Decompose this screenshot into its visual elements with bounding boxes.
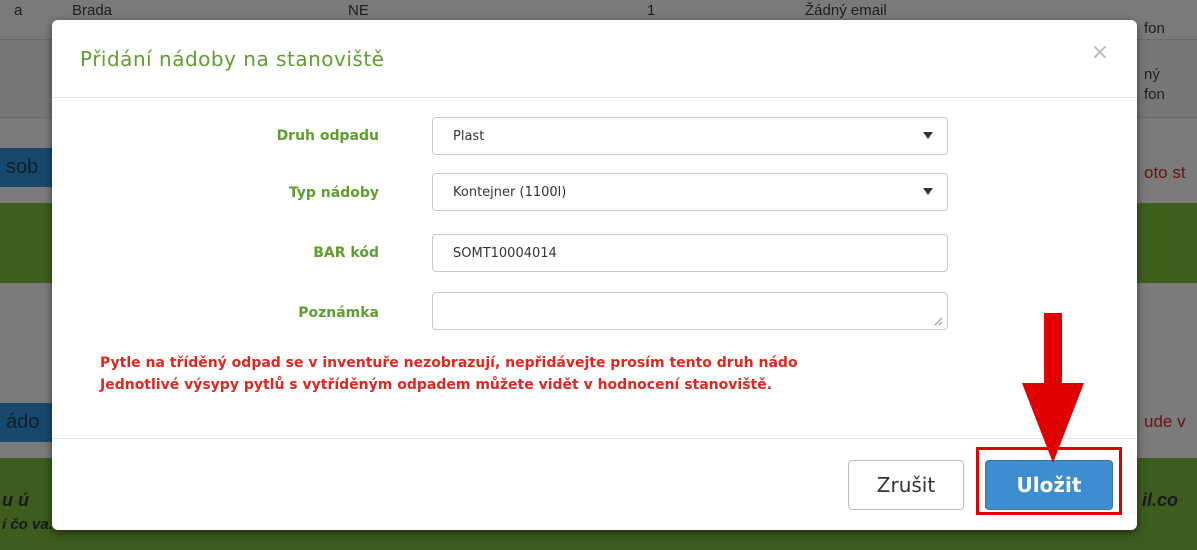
bg-cell: Žádný email bbox=[805, 2, 887, 19]
save-button[interactable]: Uložit bbox=[985, 460, 1113, 510]
bg-cell: fon bbox=[1144, 86, 1165, 103]
bar-code-input[interactable]: SOMT10004014 bbox=[432, 234, 948, 272]
note-textarea[interactable] bbox=[432, 292, 948, 330]
resize-handle-icon[interactable] bbox=[933, 316, 943, 326]
bar-code-label: BAR kód bbox=[313, 245, 379, 261]
warning-line-2: Jednotlivé výsypy pytlů s vytříděným odp… bbox=[100, 377, 773, 393]
container-type-label: Typ nádoby bbox=[288, 185, 379, 201]
dialog-footer: Zrušit Uložit bbox=[52, 438, 1137, 530]
bg-cell: NE bbox=[348, 2, 369, 19]
bg-red-text: ude v bbox=[1144, 412, 1186, 431]
bg-red-text: oto st bbox=[1144, 163, 1186, 182]
bg-cell: fon bbox=[1144, 20, 1165, 37]
bg-cell: Brada bbox=[72, 2, 113, 19]
bar-code-value: SOMT10004014 bbox=[453, 245, 557, 261]
bg-italic-text: il.co bbox=[1142, 490, 1179, 510]
bg-button: sob bbox=[0, 148, 52, 187]
chevron-down-icon bbox=[923, 132, 933, 139]
bg-cell: a bbox=[14, 2, 23, 19]
dialog-header: Přidání nádoby na stanoviště × bbox=[52, 20, 1137, 98]
container-type-value: Kontejner (1100l) bbox=[453, 184, 567, 200]
bg-italic-text: í čo va. bbox=[2, 516, 53, 533]
container-type-select[interactable]: Kontejner (1100l) bbox=[432, 173, 948, 211]
warning-message: Pytle na tříděný odpad se v inventuře ne… bbox=[100, 352, 798, 396]
waste-type-label: Druh odpadu bbox=[276, 128, 379, 144]
bg-cell: ný bbox=[1144, 66, 1160, 83]
chevron-down-icon bbox=[923, 188, 933, 195]
note-label: Poznámka bbox=[298, 305, 379, 321]
waste-type-select[interactable]: Plast bbox=[432, 117, 948, 155]
bg-cell: 1 bbox=[647, 2, 656, 19]
warning-line-1: Pytle na tříděný odpad se v inventuře ne… bbox=[100, 355, 798, 371]
cancel-button[interactable]: Zrušit bbox=[848, 460, 964, 510]
bg-button: ádo bbox=[0, 403, 52, 442]
close-icon[interactable]: × bbox=[1091, 40, 1109, 65]
bg-italic-text: u ú bbox=[2, 490, 29, 510]
waste-type-value: Plast bbox=[453, 128, 485, 144]
add-container-dialog: Přidání nádoby na stanoviště × Druh odpa… bbox=[52, 20, 1137, 530]
dialog-title: Přidání nádoby na stanoviště bbox=[80, 47, 385, 71]
arrow-down-icon bbox=[1022, 313, 1084, 463]
